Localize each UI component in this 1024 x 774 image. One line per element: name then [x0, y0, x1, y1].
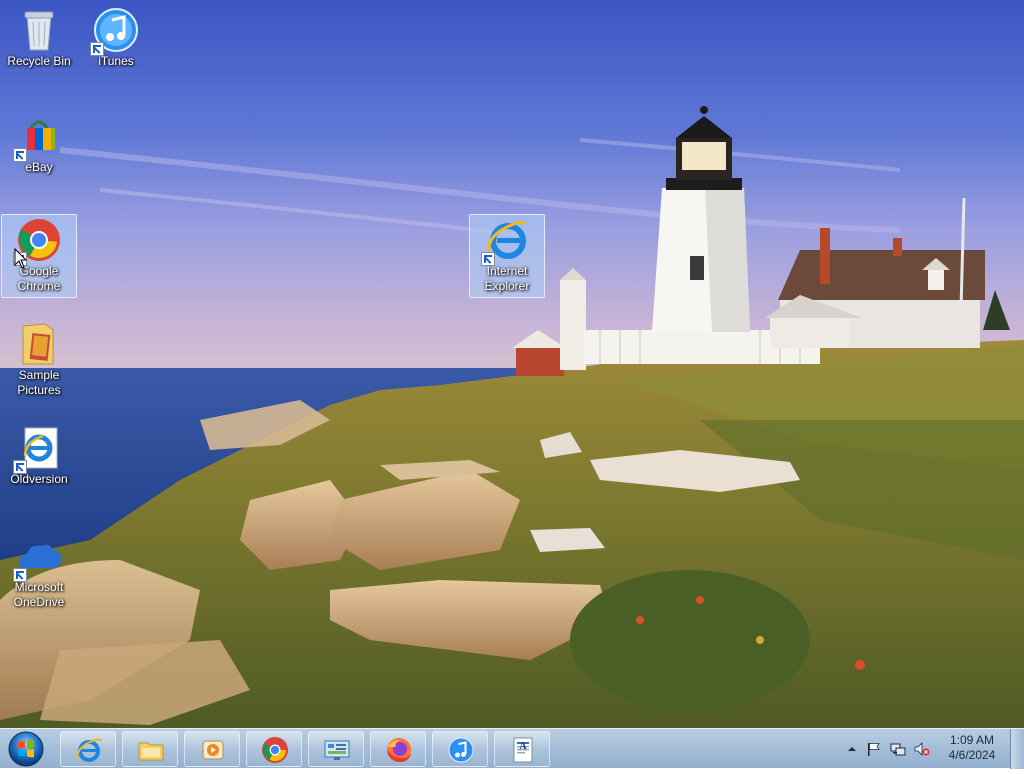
desktop-icon-label: Microsoft OneDrive: [13, 580, 65, 609]
wordpad-icon: A: [513, 737, 533, 763]
action-center-flag-icon[interactable]: [866, 741, 882, 757]
network-icon[interactable]: [890, 741, 906, 757]
internet-explorer-icon: [76, 738, 102, 762]
firefox-icon: [387, 738, 411, 762]
desktop-icon-google-chrome[interactable]: Google Chrome: [1, 214, 77, 298]
desktop-icon-label: Oldversion: [10, 472, 68, 486]
itunes-icon: [90, 6, 140, 56]
clock-date: 4/6/2024: [948, 748, 996, 762]
control-panel-icon: [324, 740, 350, 760]
desktop-icon-oldversion[interactable]: Oldversion: [1, 422, 77, 506]
taskbar-button-itunes[interactable]: [432, 731, 488, 767]
shortcut-arrow-icon: [13, 148, 27, 162]
recycle-bin-icon: [15, 6, 63, 54]
desktop-icon-sample-pictures[interactable]: Sample Pictures: [1, 318, 77, 402]
taskbar-button-control-panel[interactable]: [308, 731, 364, 767]
desktop-icon-label: Recycle Bin: [7, 54, 71, 68]
windows-logo-icon: [8, 731, 44, 767]
folder-icon: [15, 320, 63, 368]
file-explorer-icon: [138, 742, 164, 761]
desktop-icon-microsoft-onedrive[interactable]: Microsoft OneDrive: [1, 530, 77, 614]
desktop-icon-label: iTunes: [98, 54, 134, 68]
system-tray: 1:09 AM 4/6/2024: [840, 729, 1024, 769]
onedrive-cloud-icon: [13, 532, 63, 582]
shortcut-arrow-icon: [90, 42, 104, 56]
shortcut-arrow-icon: [481, 252, 495, 266]
clock[interactable]: 1:09 AM 4/6/2024: [940, 733, 1004, 763]
desktop-icon-label: Internet Explorer: [484, 264, 530, 293]
itunes-icon: [448, 737, 474, 763]
taskbar-button-file-explorer[interactable]: [122, 731, 178, 767]
chrome-icon: [262, 737, 288, 763]
clock-time: 1:09 AM: [949, 733, 995, 747]
show-hidden-icons-button[interactable]: [844, 741, 860, 757]
desktop-icon-recycle-bin[interactable]: Recycle Bin: [1, 4, 77, 88]
taskbar-button-firefox[interactable]: [370, 731, 426, 767]
internet-explorer-icon: [481, 216, 531, 266]
mouse-cursor-icon: [14, 248, 28, 269]
media-player-icon: [202, 740, 224, 760]
desktop-icon-ebay[interactable]: eBay: [1, 110, 77, 194]
shortcut-arrow-icon: [13, 460, 27, 474]
desktop-icon-label: eBay: [25, 160, 53, 174]
volume-muted-icon[interactable]: [914, 741, 930, 757]
taskbar-button-wordpad[interactable]: A: [494, 731, 550, 767]
taskbar-button-chrome[interactable]: [246, 731, 302, 767]
internet-explorer-icon: [13, 424, 63, 474]
start-button[interactable]: [4, 729, 48, 769]
desktop-icon-itunes[interactable]: iTunes: [78, 4, 154, 88]
svg-text:A: A: [519, 741, 527, 752]
shortcut-arrow-icon: [13, 568, 27, 582]
taskbar-button-internet-explorer[interactable]: [60, 731, 116, 767]
taskbar: A 1:09 AM 4/6/2024: [0, 728, 1024, 769]
desktop-icon-label: Sample Pictures: [17, 368, 61, 397]
taskbar-button-media-player[interactable]: [184, 731, 240, 767]
show-desktop-button[interactable]: [1010, 729, 1024, 769]
desktop-wallpaper: [0, 0, 1024, 730]
ebay-icon: [13, 112, 63, 162]
desktop-icon-internet-explorer[interactable]: Internet Explorer: [469, 214, 545, 298]
